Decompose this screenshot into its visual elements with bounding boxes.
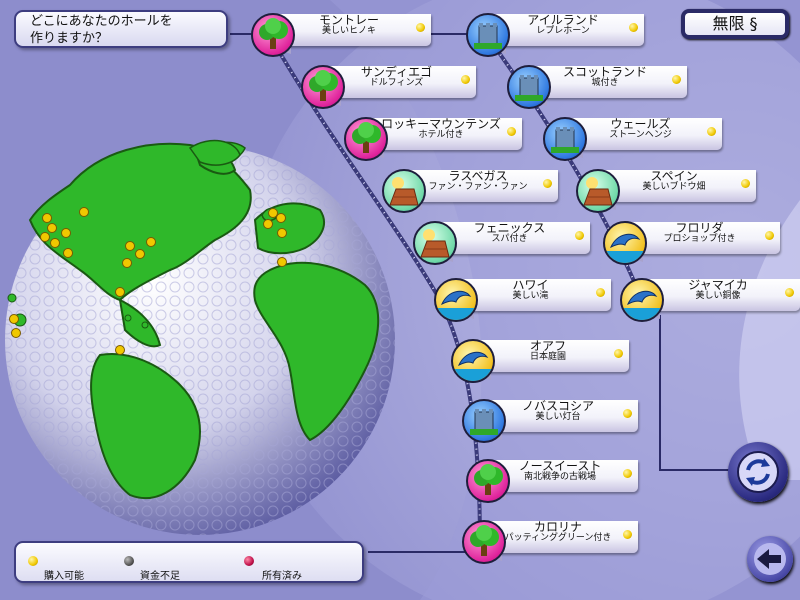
status-dot <box>543 179 552 188</box>
back-button[interactable] <box>747 536 793 582</box>
prompt-box: どこにあなたのホールを 作りますか？ <box>14 10 228 48</box>
status-dot <box>629 23 638 32</box>
prompt-line-2: 作りますか？ <box>30 31 109 46</box>
tree-icon <box>466 459 510 503</box>
course-subtitle: ファン・ファン・ファン <box>428 182 528 192</box>
course-subtitle: パッティンググリーン付き <box>504 533 612 543</box>
dolphin-icon <box>603 221 647 265</box>
status-dot <box>461 75 470 84</box>
status-dot <box>785 288 794 297</box>
course-name: アイルランド <box>527 13 599 27</box>
course-ireland[interactable]: アイルランド レプレホーン <box>466 11 644 59</box>
tree-icon <box>344 117 388 161</box>
course-subtitle: 南北戦争の古戦場 <box>523 472 596 482</box>
refresh-button[interactable] <box>728 442 788 502</box>
course-name: オアフ <box>529 339 566 353</box>
course-subtitle: 美しいブドウ畑 <box>642 182 706 192</box>
course-name: ジャマイカ <box>688 278 748 292</box>
course-subtitle: 美しいヒノキ <box>321 26 376 36</box>
dolphin-icon <box>434 278 478 322</box>
refresh-icon <box>737 451 779 493</box>
course-name: ウェールズ <box>610 117 671 131</box>
course-name: ノースイースト <box>518 459 602 473</box>
status-dot <box>623 469 632 478</box>
castle-icon <box>507 65 551 109</box>
course-name: スコットランド <box>562 65 647 79</box>
course-subtitle: 日本庭園 <box>529 352 566 362</box>
status-dot <box>707 127 716 136</box>
insufficient-dot-icon <box>124 556 134 566</box>
dolphin-icon <box>451 339 495 383</box>
course-name: ノバスコシア <box>521 399 594 413</box>
owned-dot-icon <box>244 556 254 566</box>
available-dot-icon <box>28 556 38 566</box>
course-subtitle: 城付き <box>591 78 619 88</box>
prompt-line-1: どこにあなたのホールを <box>30 14 173 29</box>
castle-icon <box>462 399 506 443</box>
status-dot <box>623 409 632 418</box>
course-scotland[interactable]: スコットランド 城付き <box>507 63 687 111</box>
course-name: サンディエゴ <box>360 65 433 79</box>
arrow-left-icon <box>754 543 786 575</box>
course-phoenix[interactable]: フェニックス スパ付き <box>413 219 590 267</box>
course-florida[interactable]: フロリダ プロショップ付き <box>603 219 780 267</box>
course-name: フロリダ <box>675 221 724 235</box>
status-dot <box>741 179 750 188</box>
legend-available-label: 購入可能 <box>44 571 84 582</box>
legend: 購入可能 資金不足 所有済み <box>14 541 364 583</box>
course-spain[interactable]: スペイン 美しいブドウ畑 <box>576 167 756 215</box>
course-carolina[interactable]: カロリナ パッティンググリーン付き <box>462 518 638 566</box>
course-northeast[interactable]: ノースイースト 南北戦争の古戦場 <box>466 457 638 505</box>
course-subtitle: 美しい灯台 <box>535 412 581 422</box>
course-subtitle: ドルフィンズ <box>369 78 424 88</box>
mesa-icon <box>413 221 457 265</box>
status-dot <box>614 349 623 358</box>
status-dot <box>507 127 516 136</box>
course-jamaica[interactable]: ジャマイカ 美しい銅像 <box>620 276 800 324</box>
course-name: カロリナ <box>533 520 582 534</box>
mesa-icon <box>382 169 426 213</box>
status-dot <box>672 75 681 84</box>
status-dot <box>596 288 605 297</box>
course-subtitle: 美しい滝 <box>512 291 549 301</box>
course-oahu[interactable]: オアフ 日本庭園 <box>451 337 629 385</box>
course-name: スペイン <box>650 169 698 183</box>
course-name: フェニックス <box>473 221 546 235</box>
course-subtitle: プロショップ付き <box>663 234 736 244</box>
course-name: ロッキーマウンテンズ <box>381 117 501 131</box>
castle-icon <box>466 13 510 57</box>
mesa-icon <box>576 169 620 213</box>
course-monterey[interactable]: モントレー 美しいヒノキ <box>251 11 431 59</box>
course-subtitle: ストーンヘンジ <box>609 130 672 140</box>
status-dot <box>623 530 632 539</box>
course-nova-scotia[interactable]: ノバスコシア 美しい灯台 <box>462 397 638 445</box>
course-subtitle: ホテル付き <box>418 130 464 140</box>
status-dot <box>765 231 774 240</box>
legend-owned-label: 所有済み <box>262 571 302 582</box>
status-dot <box>416 23 425 32</box>
course-name: モントレー <box>318 13 379 27</box>
course-hawaii[interactable]: ハワイ 美しい滝 <box>434 276 611 324</box>
course-wales[interactable]: ウェールズ ストーンヘンジ <box>543 115 722 163</box>
course-name: ハワイ <box>512 278 549 292</box>
course-subtitle: 美しい銅像 <box>695 291 741 301</box>
tree-icon <box>462 520 506 564</box>
course-las-vegas[interactable]: ラスベガス ファン・ファン・ファン <box>382 167 558 215</box>
course-rocky-mountains[interactable]: ロッキーマウンテンズ ホテル付き <box>344 115 522 163</box>
money-counter-value: 無限 § <box>685 13 785 35</box>
course-subtitle: スパ付き <box>491 234 528 244</box>
dolphin-icon <box>620 278 664 322</box>
course-san-diego[interactable]: サンディエゴ ドルフィンズ <box>301 63 476 111</box>
tree-icon <box>301 65 345 109</box>
status-dot <box>575 231 584 240</box>
tree-icon <box>251 13 295 57</box>
money-counter: 無限 § <box>681 9 789 39</box>
course-subtitle: レプレホーン <box>536 26 590 36</box>
course-name: ラスベガス <box>448 169 508 183</box>
castle-icon <box>543 117 587 161</box>
legend-insufficient-label: 資金不足 <box>140 571 180 582</box>
